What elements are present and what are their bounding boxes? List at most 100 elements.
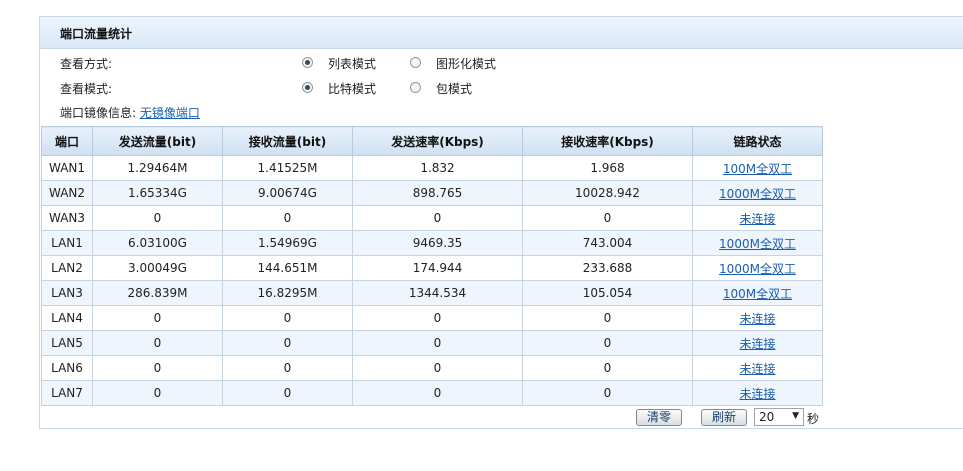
table-cell: 144.651M xyxy=(222,255,353,281)
table-cell: 0 xyxy=(92,355,223,381)
column-header: 发送速率(Kbps) xyxy=(352,126,523,156)
refresh-interval-value: 20 xyxy=(759,410,775,424)
clear-button[interactable]: 清零 xyxy=(636,409,683,426)
table-row: WAN3 0 0 0 0 未连接 xyxy=(41,205,823,231)
table-cell: 16.8295M xyxy=(222,280,353,306)
table-cell: 898.765 xyxy=(352,180,523,206)
link-status-link[interactable]: 未连接 xyxy=(739,362,775,376)
table-row: LAN6 0 0 0 0 未连接 xyxy=(41,355,823,381)
table-cell: 0 xyxy=(222,205,353,231)
link-status-link[interactable]: 1000M全双工 xyxy=(719,187,796,201)
mirror-port-link[interactable]: 无镜像端口 xyxy=(140,106,200,120)
table-row: LAN1 6.03100G 1.54969G 9469.35 743.004 1000M全… xyxy=(41,230,823,256)
graph-mode-label[interactable]: 图形化模式 xyxy=(436,55,496,72)
table-cell: 286.839M xyxy=(92,280,223,306)
table-cell: 0 xyxy=(352,380,523,406)
link-status-link[interactable]: 未连接 xyxy=(739,337,775,351)
port-name-cell: LAN4 xyxy=(41,305,93,331)
port-name-cell: WAN3 xyxy=(41,205,93,231)
link-status-link[interactable]: 100M全双工 xyxy=(723,162,792,176)
link-status-link[interactable]: 1000M全双工 xyxy=(719,237,796,251)
table-cell: 233.688 xyxy=(522,255,693,281)
table-cell: 1.41525M xyxy=(222,155,353,181)
link-status-link[interactable]: 1000M全双工 xyxy=(719,262,796,276)
table-cell: 1.832 xyxy=(352,155,523,181)
table-cell: 6.03100G xyxy=(92,230,223,256)
column-header: 发送流量(bit) xyxy=(92,126,223,156)
link-status-link[interactable]: 100M全双工 xyxy=(723,287,792,301)
table-cell: 0 xyxy=(222,355,353,381)
table-cell: 0 xyxy=(522,355,693,381)
view-mode-label: 查看方式: xyxy=(60,57,113,71)
link-status-cell: 100M全双工 xyxy=(692,155,823,181)
table-cell: 0 xyxy=(92,380,223,406)
table-cell: 0 xyxy=(352,355,523,381)
bit-mode-radio[interactable] xyxy=(302,82,313,93)
table-header-row: 端口 发送流量(bit) 接收流量(bit) 发送速率(Kbps) 接收速率(Kbps)… xyxy=(41,126,823,156)
data-mode-label: 查看模式: xyxy=(60,82,113,96)
table-cell: 105.054 xyxy=(522,280,693,306)
port-name-cell: LAN1 xyxy=(41,230,93,256)
chevron-down-icon: ▼ xyxy=(792,411,799,421)
table-cell: 1.54969G xyxy=(222,230,353,256)
port-name-cell: LAN7 xyxy=(41,380,93,406)
table-row: LAN7 0 0 0 0 未连接 xyxy=(41,380,823,406)
table-cell: 0 xyxy=(92,330,223,356)
graph-mode-radio[interactable] xyxy=(410,57,421,68)
port-name-cell: WAN1 xyxy=(41,155,93,181)
link-status-cell: 未连接 xyxy=(692,380,823,406)
column-header: 接收流量(bit) xyxy=(222,126,353,156)
table-cell: 1.29464M xyxy=(92,155,223,181)
port-traffic-panel: 端口流量统计 查看方式: 列表模式 图形化模式 查看模式: 比特模式 包模式 端… xyxy=(39,16,963,429)
link-status-cell: 未连接 xyxy=(692,355,823,381)
table-cell: 743.004 xyxy=(522,230,693,256)
table-row: WAN2 1.65334G 9.00674G 898.765 10028.942 1000… xyxy=(41,180,823,206)
link-status-cell: 1000M全双工 xyxy=(692,255,823,281)
column-header: 端口 xyxy=(41,126,93,156)
table-cell: 0 xyxy=(522,205,693,231)
link-status-cell: 未连接 xyxy=(692,330,823,356)
link-status-cell: 100M全双工 xyxy=(692,280,823,306)
refresh-interval-select[interactable]: 20 ▼ xyxy=(754,408,804,426)
table-cell: 3.00049G xyxy=(92,255,223,281)
column-header: 链路状态 xyxy=(692,126,823,156)
table-cell: 0 xyxy=(522,380,693,406)
packet-mode-radio[interactable] xyxy=(410,82,421,93)
link-status-link[interactable]: 未连接 xyxy=(739,312,775,326)
link-status-cell: 未连接 xyxy=(692,205,823,231)
table-cell: 0 xyxy=(92,305,223,331)
table-cell: 1.65334G xyxy=(92,180,223,206)
table-row: LAN5 0 0 0 0 未连接 xyxy=(41,330,823,356)
link-status-cell: 未连接 xyxy=(692,305,823,331)
table-cell: 0 xyxy=(352,330,523,356)
table-cell: 9469.35 xyxy=(352,230,523,256)
port-name-cell: WAN2 xyxy=(41,180,93,206)
interval-unit-label: 秒 xyxy=(807,412,820,426)
list-mode-label[interactable]: 列表模式 xyxy=(328,55,376,72)
link-status-link[interactable]: 未连接 xyxy=(739,212,775,226)
list-mode-radio[interactable] xyxy=(302,57,313,68)
table-cell: 0 xyxy=(522,305,693,331)
table-cell: 0 xyxy=(352,205,523,231)
panel-title: 端口流量统计 xyxy=(60,27,133,41)
table-cell: 0 xyxy=(352,305,523,331)
table-cell: 9.00674G xyxy=(222,180,353,206)
link-status-link[interactable]: 未连接 xyxy=(739,387,775,401)
link-status-cell: 1000M全双工 xyxy=(692,180,823,206)
mirror-label: 端口镜像信息: xyxy=(60,106,137,120)
table-cell: 174.944 xyxy=(352,255,523,281)
table-row: LAN3 286.839M 16.8295M 1344.534 105.054 100M全… xyxy=(41,280,823,306)
bit-mode-label[interactable]: 比特模式 xyxy=(328,80,376,97)
port-stats-table: 端口 发送流量(bit) 接收流量(bit) 发送速率(Kbps) 接收速率(Kbps)… xyxy=(41,126,823,406)
table-cell: 1.968 xyxy=(522,155,693,181)
port-name-cell: LAN3 xyxy=(41,280,93,306)
table-cell: 1344.534 xyxy=(352,280,523,306)
table-cell: 0 xyxy=(222,330,353,356)
column-header: 接收速率(Kbps) xyxy=(522,126,693,156)
refresh-button[interactable]: 刷新 xyxy=(701,409,748,426)
table-cell: 0 xyxy=(222,380,353,406)
packet-mode-label[interactable]: 包模式 xyxy=(436,80,472,97)
panel-header: 端口流量统计 xyxy=(40,17,963,49)
link-status-cell: 1000M全双工 xyxy=(692,230,823,256)
table-cell: 10028.942 xyxy=(522,180,693,206)
